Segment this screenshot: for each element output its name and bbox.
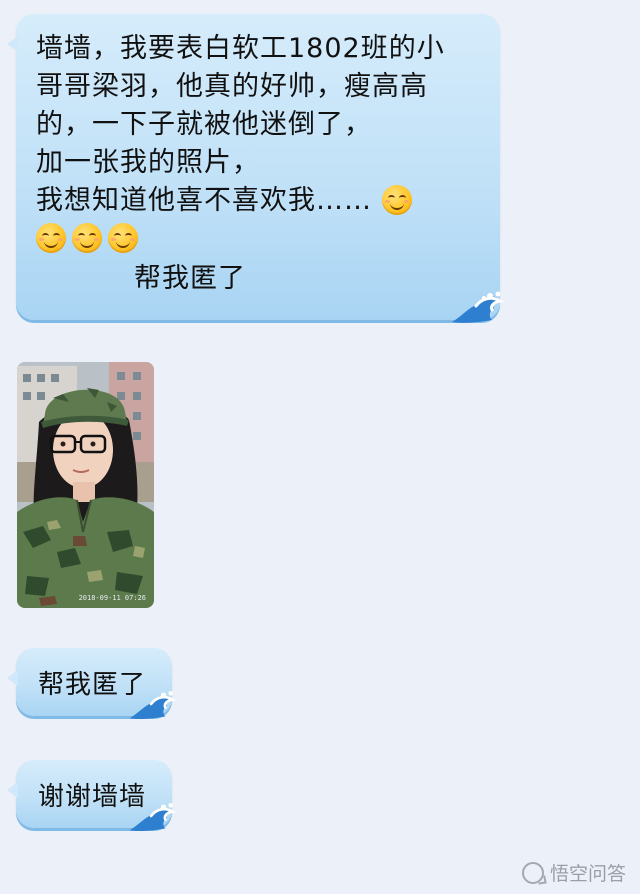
message-bubble-confession[interactable]: 墙墙，我要表白软工1802班的小 哥哥梁羽，他真的好帅，瘦高高 的，一下子就被他…: [7, 14, 504, 323]
message-line-with-emoji: 我想知道他喜不喜欢我……: [36, 182, 482, 220]
message-line: 墙墙，我要表白软工1802班的小: [36, 33, 445, 64]
smiling-face-icon: [381, 185, 412, 215]
bubble-tail: [7, 36, 18, 52]
bubble-tail: [7, 782, 18, 798]
wave-decoration-icon: [129, 691, 176, 719]
message-line: 的，一下子就被他迷倒了，: [36, 109, 372, 140]
bubble-tail: [7, 670, 18, 686]
message-bubble-thanks[interactable]: 谢谢墙墙: [7, 760, 176, 831]
smiling-face-icon: [72, 223, 102, 253]
photo-timestamp: 2018-09-11 07:26: [78, 594, 146, 602]
wave-decoration-icon: [129, 803, 176, 831]
message-line: 我想知道他喜不喜欢我……: [36, 185, 372, 216]
watermark-text: 悟空问答: [549, 863, 626, 885]
watermark: 悟空问答: [521, 859, 626, 886]
portrait-photo: [17, 362, 154, 608]
message-subline: 帮我匿了: [134, 263, 246, 294]
smiling-face-icon: [36, 223, 66, 253]
message-bubble-anonymous[interactable]: 帮我匿了: [7, 648, 176, 719]
wave-decoration-icon: [452, 291, 504, 323]
message-line: 哥哥梁羽，他真的好帅，瘦高高: [36, 71, 428, 102]
photo-attachment[interactable]: 2018-09-11 07:26: [17, 362, 154, 608]
wukong-logo-icon: [521, 861, 544, 884]
message-line: 加一张我的照片，: [36, 147, 260, 178]
smiling-face-icon: [108, 223, 138, 253]
message-text: 墙墙，我要表白软工1802班的小 哥哥梁羽，他真的好帅，瘦高高 的，一下子就被他…: [36, 30, 482, 298]
emoji-row: [36, 220, 482, 258]
